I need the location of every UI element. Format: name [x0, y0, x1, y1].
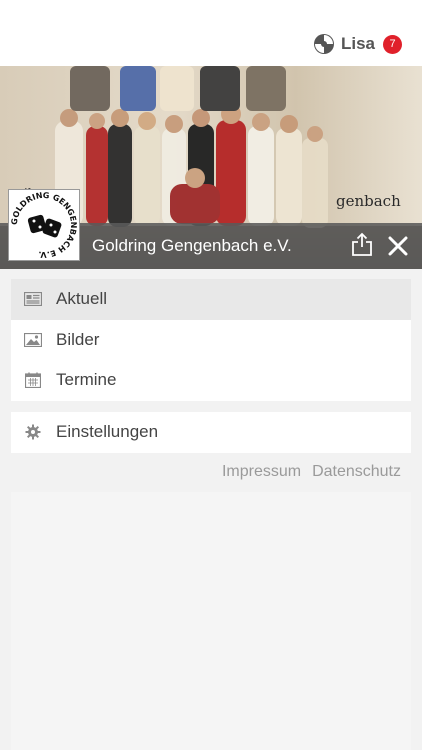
menu-label-einstellungen: Einstellungen — [56, 422, 159, 442]
content-area — [11, 492, 411, 750]
image-icon — [24, 331, 42, 349]
user-status-icon — [313, 34, 334, 54]
main-menu: Aktuell Bilder Termine — [11, 279, 411, 401]
menu-item-bilder[interactable]: Bilder — [11, 320, 411, 361]
top-bar: Lisa 7 — [0, 0, 422, 66]
close-icon[interactable] — [388, 236, 408, 256]
gear-icon — [24, 423, 42, 441]
menu-item-aktuell[interactable]: Aktuell — [11, 279, 411, 320]
settings-menu: Einstellungen — [11, 412, 411, 453]
datenschutz-link[interactable]: Datenschutz — [312, 463, 401, 481]
newspaper-icon — [24, 290, 42, 308]
user-menu[interactable]: Lisa 7 — [313, 32, 402, 56]
club-name: Goldring Gengenbach e.V. — [92, 236, 292, 255]
notification-badge[interactable]: 7 — [383, 34, 402, 54]
impressum-link[interactable]: Impressum — [222, 463, 301, 481]
club-logo: GOLDRING GENGENBACH E.V. — [8, 189, 80, 261]
share-icon[interactable] — [351, 232, 373, 256]
user-name[interactable]: Lisa — [341, 34, 375, 54]
calendar-icon — [24, 371, 42, 389]
menu-label-bilder: Bilder — [56, 329, 100, 349]
menu-item-einstellungen[interactable]: Einstellungen — [11, 412, 411, 453]
dice-logo-icon: GOLDRING GENGENBACH E.V. — [10, 191, 78, 259]
menu-item-termine[interactable]: Termine — [11, 360, 411, 401]
menu-label-aktuell: Aktuell — [56, 289, 108, 309]
menu-label-termine: Termine — [56, 370, 117, 390]
sign-text: genbach — [336, 192, 401, 210]
footer-links: Impressum Datenschutz — [222, 463, 401, 481]
